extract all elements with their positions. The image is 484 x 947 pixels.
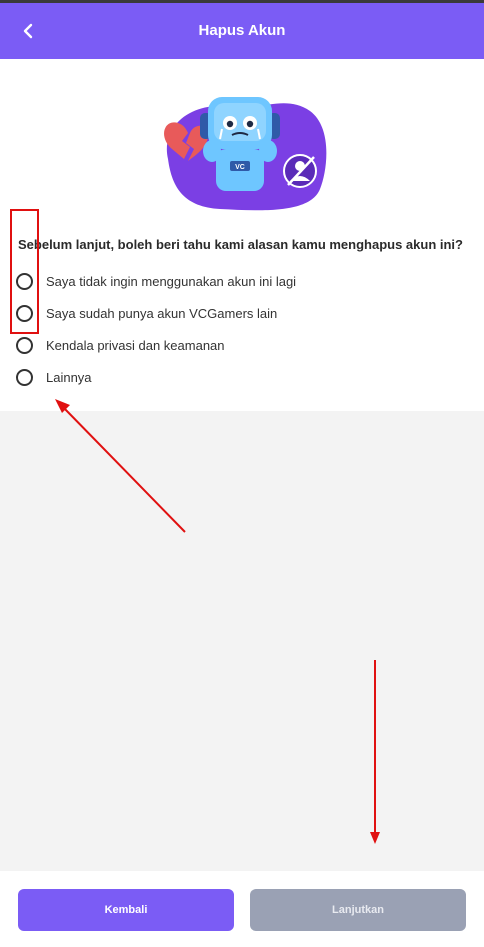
radio-button[interactable]	[16, 336, 33, 354]
reason-option-label: Lainnya	[46, 369, 92, 385]
reason-option[interactable]: Kendala privasi dan keamanan	[16, 329, 296, 361]
delete-account-content: VC Sebelum lanjut, boleh beri tahu kami …	[0, 59, 484, 411]
reason-option[interactable]: Saya tidak ingin menggunakan akun ini la…	[16, 265, 296, 297]
app-header: Hapus Akun	[0, 3, 484, 59]
reason-options: Saya tidak ingin menggunakan akun ini la…	[16, 265, 296, 393]
footer-actions: Kembali Lanjutkan	[0, 871, 484, 947]
reason-option-label: Kendala privasi dan keamanan	[46, 337, 225, 353]
kembali-button[interactable]: Kembali	[18, 889, 234, 931]
reason-option[interactable]: Saya sudah punya akun VCGamers lain	[16, 297, 296, 329]
radio-button[interactable]	[16, 368, 33, 386]
page-title: Hapus Akun	[198, 22, 286, 39]
reason-option-label: Saya sudah punya akun VCGamers lain	[46, 305, 278, 321]
lanjutkan-button[interactable]: Lanjutkan	[250, 889, 466, 931]
robot-badge-text: VC	[235, 164, 245, 171]
annotation-highlight-box	[10, 209, 39, 334]
reason-option[interactable]: Lainnya	[16, 361, 296, 393]
sad-robot-illustration: VC	[164, 97, 327, 211]
reason-option-label: Saya tidak ingin menggunakan akun ini la…	[46, 273, 297, 289]
annotation-arrow-up-left	[55, 399, 186, 533]
annotation-arrow-down	[370, 660, 380, 844]
reason-question: Sebelum lanjut, boleh beri tahu kami ala…	[18, 237, 463, 252]
